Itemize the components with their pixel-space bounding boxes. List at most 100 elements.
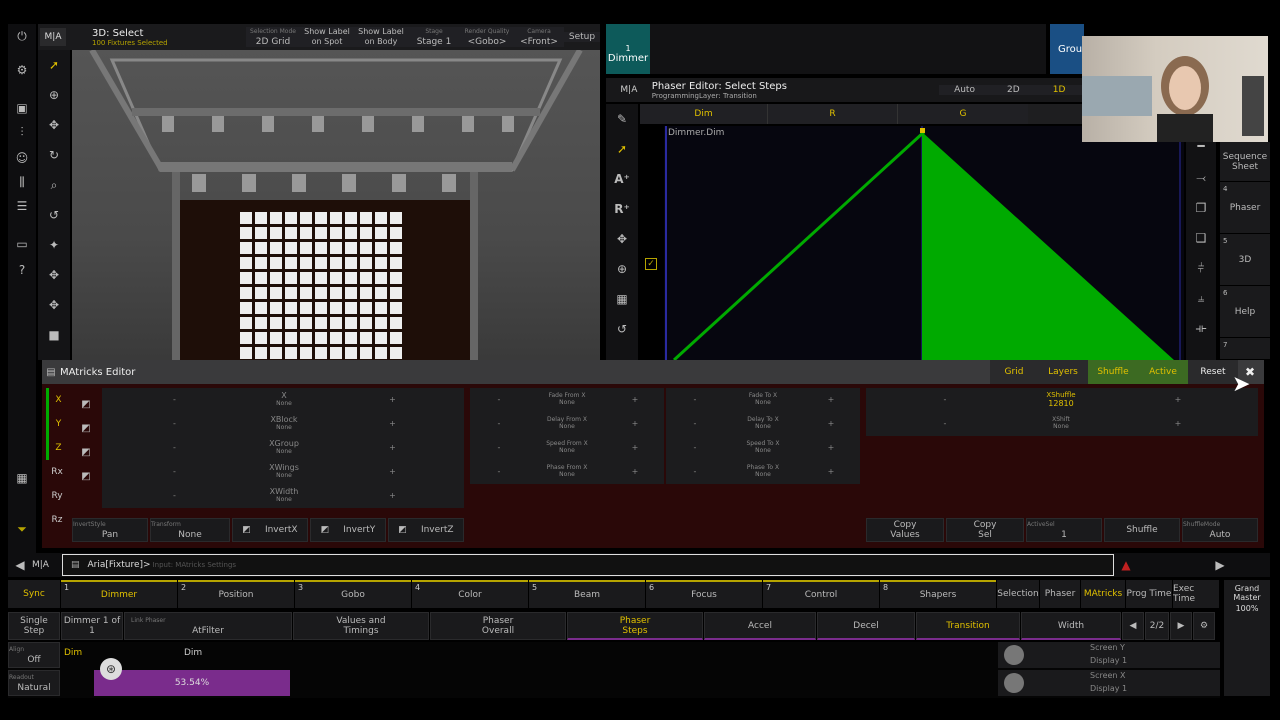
alert-icon[interactable]: ▲ — [1114, 558, 1138, 572]
layers-button[interactable]: Layers — [1038, 360, 1088, 384]
reset-button[interactable]: Reset — [1188, 360, 1238, 384]
pan-icon[interactable]: ✦ — [38, 234, 70, 256]
relative-icon[interactable]: R⁺ — [606, 198, 638, 220]
active-button[interactable]: Active — [1138, 360, 1188, 384]
width-button[interactable]: Width — [1021, 612, 1121, 640]
selection-mode-button[interactable]: Selection Mode 2D Grid — [246, 27, 300, 47]
xblock-field[interactable]: XBlock None — [247, 412, 321, 434]
grid-icon[interactable]: ▦ — [606, 288, 638, 310]
camera-button[interactable]: Camera <Front> — [514, 27, 564, 47]
grid-button[interactable]: Grid — [990, 360, 1038, 384]
prog-time-button[interactable]: Prog Time — [1126, 580, 1172, 608]
sliders-icon[interactable]: ⫼ — [8, 172, 36, 192]
gear-icon[interactable]: ⚙ — [8, 60, 36, 80]
speed-to-field[interactable]: Speed To X None — [724, 436, 802, 458]
delay-from-field[interactable]: Delay From X None — [528, 412, 606, 434]
sequence-sheet-button[interactable]: Sequence Sheet — [1220, 142, 1270, 182]
absolute-icon[interactable]: A⁺ — [606, 168, 638, 190]
settings-icon[interactable]: ⚙ — [1193, 612, 1215, 640]
exec-time-button[interactable]: Exec Time — [1173, 580, 1219, 608]
page-prev-icon[interactable]: ◀ — [1122, 612, 1144, 640]
delay-to-field[interactable]: Delay To X None — [724, 412, 802, 434]
monitor-icon[interactable]: ▭ — [8, 234, 36, 254]
phaser-graph[interactable]: Dimmer.Dim — [664, 126, 1184, 360]
axis-rz[interactable]: Rz — [46, 508, 68, 532]
accel-button[interactable]: Accel — [704, 612, 816, 640]
move-vertical-icon[interactable]: ✥ — [38, 294, 70, 316]
at-filter-icon[interactable]: ⏷ — [8, 514, 36, 544]
select-arrow-icon[interactable]: ➚ — [38, 54, 70, 76]
axis-y[interactable]: Y — [46, 412, 68, 436]
preset-beam[interactable]: 5 Beam — [529, 580, 645, 608]
phaser-button[interactable]: Phaser — [1040, 580, 1080, 608]
faders-icon[interactable]: ⫶ — [8, 122, 36, 142]
move-fixture-icon[interactable]: ✥ — [38, 264, 70, 286]
phaser-overall-tab[interactable]: Phaser Overall — [430, 612, 566, 640]
active-sel-button[interactable]: ActiveSel 1 — [1026, 518, 1102, 542]
merge-icon[interactable]: ⤙ — [1186, 168, 1216, 188]
xwings-field[interactable]: XWings None — [247, 460, 321, 482]
move-icon[interactable]: ✥ — [38, 114, 70, 136]
help-icon[interactable]: ? — [8, 260, 36, 280]
decel-button[interactable]: Decel — [817, 612, 915, 640]
select-arrow-icon[interactable]: ➚ — [606, 138, 638, 160]
attribute-dim[interactable]: Dim — [640, 104, 768, 124]
paint-icon[interactable]: ✎ — [606, 108, 638, 130]
selection-button[interactable]: Selection — [997, 580, 1039, 608]
dim-encoder-fill[interactable]: 53.54% — [94, 670, 290, 696]
orbit-icon[interactable]: ↺ — [38, 204, 70, 226]
transform-button[interactable]: Transform None — [150, 518, 230, 542]
single-step-button[interactable]: Single Step — [8, 612, 60, 640]
xgroup-field[interactable]: XGroup None — [247, 436, 321, 458]
dimmer-tile[interactable]: 1 Dimmer — [606, 24, 650, 74]
store-icon[interactable]: ▣ — [8, 98, 36, 118]
transition-button[interactable]: Transition — [916, 612, 1020, 640]
move-icon[interactable]: ✥ — [606, 228, 638, 250]
spread-icon[interactable]: ⟛ — [1186, 318, 1216, 338]
link-icon[interactable]: ◩ — [78, 392, 94, 416]
copy-values-button[interactable]: Copy Values — [866, 518, 944, 542]
page-next-icon[interactable]: ▶ — [1170, 612, 1192, 640]
x-field[interactable]: X None — [247, 388, 321, 410]
phase-from-field[interactable]: Phase From X None — [528, 460, 606, 482]
phaser-steps-tab[interactable]: Phaser Steps — [567, 612, 703, 640]
link-icon[interactable]: ◩ — [78, 464, 94, 488]
2d-mode-button[interactable]: 2D — [990, 85, 1037, 95]
speed-from-field[interactable]: Speed From X None — [528, 436, 606, 458]
center-icon[interactable]: ⊕ — [606, 258, 638, 280]
align-horizontal-icon[interactable]: ⫩ — [1186, 258, 1216, 278]
invert-y-button[interactable]: ◩ InvertY — [310, 518, 386, 542]
power-icon[interactable]: ⏻ — [8, 26, 36, 46]
axis-ry[interactable]: Ry — [46, 484, 68, 508]
show-label-spot-button[interactable]: Show Label on Spot — [300, 27, 354, 47]
crosshair-icon[interactable]: ⊕ — [38, 84, 70, 106]
xshuffle-field[interactable]: XShuffle 12810 — [1024, 388, 1098, 410]
encoder-knob-icon[interactable]: ⊛ — [100, 658, 122, 680]
rotate-icon[interactable]: ↻ — [38, 144, 70, 166]
checkbox-icon[interactable]: ✓ — [645, 258, 657, 270]
preset-control[interactable]: 7 Control — [763, 580, 879, 608]
values-timings-tab[interactable]: Values and Timings — [293, 612, 429, 640]
attribute-g[interactable]: G — [898, 104, 1028, 124]
link-icon[interactable]: ◩ — [78, 416, 94, 440]
stage-3d-view[interactable] — [72, 50, 600, 360]
user-icon[interactable]: ☺ — [8, 148, 36, 168]
invert-style-button[interactable]: InvertStyle Pan — [72, 518, 148, 542]
preset-shapers[interactable]: 8 Shapers — [880, 580, 996, 608]
xshift-field[interactable]: XShift None — [1024, 412, 1098, 434]
preset-position[interactable]: 2 Position — [178, 580, 294, 608]
invert-z-button[interactable]: ◩ InvertZ — [388, 518, 464, 542]
preset-gobo[interactable]: 3 Gobo — [295, 580, 411, 608]
phase-to-field[interactable]: Phase To X None — [724, 460, 802, 482]
paste-icon[interactable]: ❑ — [1186, 228, 1216, 248]
setup-button[interactable]: Setup — [564, 32, 600, 42]
show-label-body-button[interactable]: Show Label on Body — [354, 27, 408, 47]
shuffle-mode-button[interactable]: ShuffleMode Auto — [1182, 518, 1258, 542]
screen-x-encoder[interactable]: Screen X Display 1 — [998, 670, 1220, 696]
auto-mode-button[interactable]: Auto — [938, 85, 991, 95]
calculator-icon[interactable]: ▦ — [8, 468, 36, 488]
preset-dimmer[interactable]: 1 Dimmer — [61, 580, 177, 608]
zoom-icon[interactable]: ⌕ — [38, 174, 70, 196]
copy-sel-button[interactable]: Copy Sel — [946, 518, 1024, 542]
invert-x-button[interactable]: ◩ InvertX — [232, 518, 308, 542]
